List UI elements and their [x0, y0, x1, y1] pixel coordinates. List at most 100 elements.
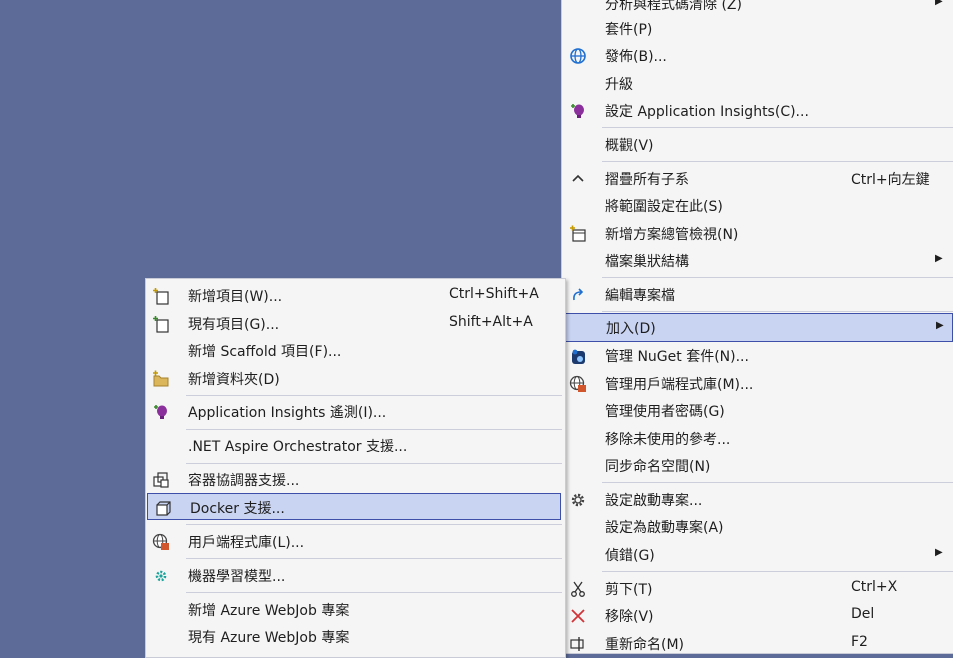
menu-item-label: 發佈(B)... — [605, 49, 667, 65]
submenu-item-aspire-orchestrator[interactable]: .NET Aspire Orchestrator 支援... — [146, 432, 565, 459]
menu-item-cut[interactable]: 剪下(T) Ctrl+X — [562, 575, 953, 602]
menu-item-shortcut: Del — [851, 606, 875, 622]
scissors-icon — [569, 580, 587, 598]
menu-item-label: 新增 Scaffold 項目(F)... — [188, 344, 342, 360]
application-insights-icon — [152, 403, 170, 421]
menu-item-overview[interactable]: 概觀(V) — [562, 131, 953, 158]
menu-item-debug[interactable]: 偵錯(G) ▶ — [562, 541, 953, 568]
submenu-item-app-insights-telemetry[interactable]: Application Insights 遙測(I)... — [146, 398, 565, 425]
menu-item-label: 管理使用者密碼(G) — [605, 404, 725, 420]
menu-item-remove-unused-references[interactable]: 移除未使用的參考... — [562, 425, 953, 452]
menu-item-label: 機器學習模型... — [188, 569, 286, 585]
menu-separator — [602, 482, 953, 483]
redo-arrow-icon — [569, 286, 587, 304]
submenu-item-new-scaffold[interactable]: 新增 Scaffold 項目(F)... — [146, 337, 565, 364]
menu-item-label: 管理 NuGet 套件(N)... — [605, 349, 749, 365]
menu-item-manage-user-secrets[interactable]: 管理使用者密碼(G) — [562, 397, 953, 424]
add-submenu: 新增項目(W)... Ctrl+Shift+A 現有項目(G)... Shift… — [145, 278, 566, 658]
menu-separator — [186, 558, 562, 559]
menu-item-upgrade[interactable]: 升級 — [562, 70, 953, 97]
menu-item-edit-project-file[interactable]: 編輯專案檔 — [562, 281, 953, 308]
menu-item-file-nesting[interactable]: 檔案巢狀結構 ▶ — [562, 247, 953, 274]
container-orchestrator-icon — [152, 471, 170, 489]
new-item-icon — [152, 287, 170, 305]
application-insights-icon — [569, 102, 587, 120]
submenu-arrow-icon: ▶ — [936, 320, 944, 331]
menu-item-label: 設定 Application Insights(C)... — [605, 104, 809, 120]
menu-item-label: 檔案巢狀結構 — [605, 254, 689, 270]
submenu-item-existing-item[interactable]: 現有項目(G)... Shift+Alt+A — [146, 310, 565, 337]
menu-item-configure-app-insights[interactable]: 設定 Application Insights(C)... — [562, 97, 953, 124]
menu-item-label: 剪下(T) — [605, 582, 653, 598]
menu-item-shortcut: Ctrl+Shift+A — [449, 286, 539, 302]
menu-item-label: 移除未使用的參考... — [605, 432, 731, 448]
menu-item-collapse-all[interactable]: 摺疊所有子系 Ctrl+向左鍵 — [562, 165, 953, 192]
docker-icon — [154, 499, 172, 517]
existing-item-icon — [152, 315, 170, 333]
menu-item-label: 概觀(V) — [605, 138, 654, 154]
menu-item-rename[interactable]: 重新命名(M) F2 — [562, 630, 953, 653]
chevron-up-icon — [569, 170, 587, 188]
menu-separator — [602, 311, 953, 312]
menu-item-label: 重新命名(M) — [605, 637, 685, 653]
submenu-item-client-library[interactable]: 用戶端程式庫(L)... — [146, 528, 565, 555]
menu-item-label: 容器協調器支援... — [188, 473, 300, 489]
context-menu: 分析與程式碼清除 (Z) ▶ 套件(P) 發佈(B)... 升級 設定 Appl… — [561, 0, 953, 654]
menu-separator — [602, 277, 953, 278]
menu-item-label: 現有 Azure WebJob 專案 — [188, 630, 350, 646]
menu-separator — [186, 524, 562, 525]
menu-item-new-solution-view[interactable]: 新增方案總管檢視(N) — [562, 220, 953, 247]
delete-x-icon — [569, 607, 587, 625]
menu-item-label: 用戶端程式庫(L)... — [188, 535, 305, 551]
menu-item-add[interactable]: 加入(D) ▶ — [562, 313, 953, 342]
submenu-arrow-icon: ▶ — [935, 253, 943, 264]
submenu-item-existing-azure-webjob[interactable]: 現有 Azure WebJob 專案 — [146, 623, 565, 650]
gear-icon — [569, 491, 587, 509]
client-library-icon — [569, 375, 587, 393]
menu-item-label: 管理用戶端程式庫(M)... — [605, 377, 754, 393]
submenu-item-new-item[interactable]: 新增項目(W)... Ctrl+Shift+A — [146, 282, 565, 309]
menu-item-label: 分析與程式碼清除 (Z) — [605, 0, 742, 13]
submenu-arrow-icon: ▶ — [935, 0, 943, 7]
globe-icon — [569, 47, 587, 65]
new-folder-icon — [152, 370, 170, 388]
client-library-icon — [152, 533, 170, 551]
menu-item-label: 設定為啟動專案(A) — [605, 520, 724, 536]
menu-item-configure-startup-projects[interactable]: 設定啟動專案... — [562, 486, 953, 513]
menu-separator — [602, 571, 953, 572]
menu-item-remove[interactable]: 移除(V) Del — [562, 602, 953, 629]
menu-item-label: 新增方案總管檢視(N) — [605, 227, 739, 243]
menu-item-manage-nuget[interactable]: 管理 NuGet 套件(N)... — [562, 342, 953, 369]
menu-separator — [186, 429, 562, 430]
menu-item-set-as-startup[interactable]: 設定為啟動專案(A) — [562, 513, 953, 540]
menu-item-label: Application Insights 遙測(I)... — [188, 405, 387, 421]
menu-item-label: 將範圍設定在此(S) — [605, 199, 723, 215]
submenu-item-ml-model[interactable]: 機器學習模型... — [146, 562, 565, 589]
menu-separator — [186, 395, 562, 396]
menu-item-scope-to-this[interactable]: 將範圍設定在此(S) — [562, 192, 953, 219]
menu-item-label: 加入(D) — [606, 321, 656, 337]
submenu-item-container-orchestrator[interactable]: 容器協調器支援... — [146, 466, 565, 493]
menu-item-label: 現有項目(G)... — [188, 317, 280, 333]
menu-separator — [186, 463, 562, 464]
menu-item-packages[interactable]: 套件(P) — [562, 15, 953, 42]
menu-item-label: 新增項目(W)... — [188, 289, 283, 305]
submenu-item-docker-support[interactable]: Docker 支援... — [147, 493, 561, 520]
menu-item-label: 新增資料夾(D) — [188, 372, 280, 388]
menu-separator — [602, 161, 953, 162]
menu-item-label: 升級 — [605, 77, 633, 93]
menu-item-label: 同步命名空間(N) — [605, 459, 711, 475]
submenu-item-new-azure-webjob[interactable]: 新增 Azure WebJob 專案 — [146, 596, 565, 623]
rename-icon — [569, 635, 587, 653]
menu-item-publish[interactable]: 發佈(B)... — [562, 42, 953, 69]
menu-item-manage-client-libraries[interactable]: 管理用戶端程式庫(M)... — [562, 370, 953, 397]
submenu-item-new-folder[interactable]: 新增資料夾(D) — [146, 365, 565, 392]
menu-item-label: 套件(P) — [605, 22, 653, 38]
menu-item-label: 新增 Azure WebJob 專案 — [188, 603, 350, 619]
menu-item-shortcut: F2 — [851, 634, 868, 650]
machine-learning-icon — [152, 567, 170, 585]
menu-item-shortcut: Ctrl+X — [851, 579, 898, 595]
menu-item-label: Docker 支援... — [190, 501, 285, 517]
menu-item-sync-namespaces[interactable]: 同步命名空間(N) — [562, 452, 953, 479]
menu-item-label: 移除(V) — [605, 609, 654, 625]
